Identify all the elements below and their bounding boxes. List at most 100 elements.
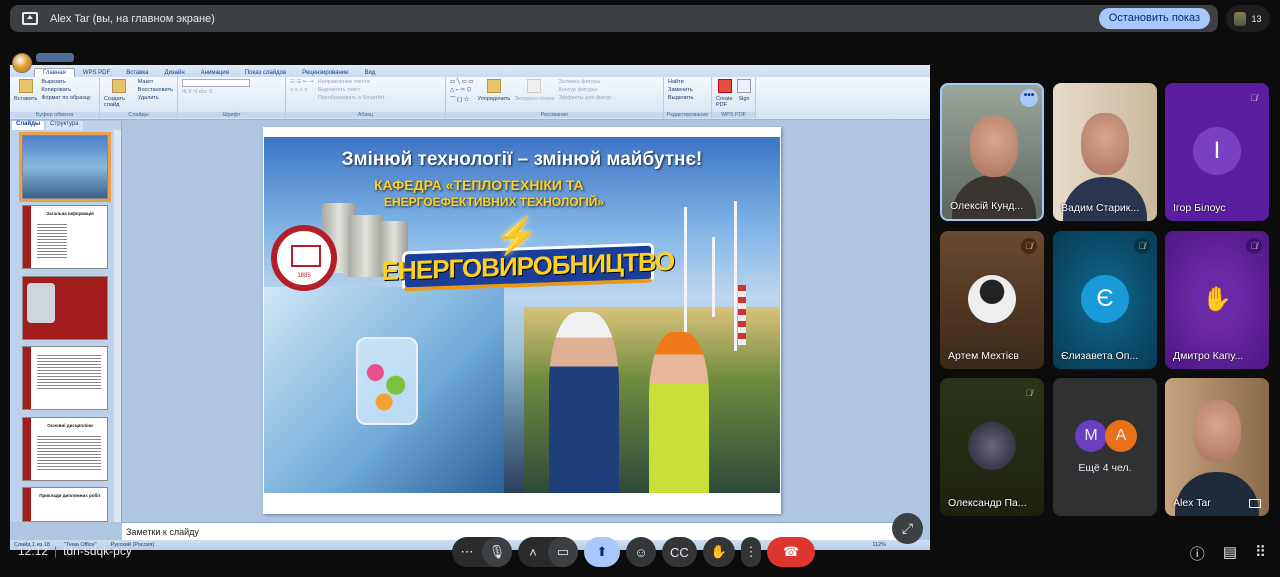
participant-tile[interactable]: Вадим Старик... — [1053, 83, 1157, 221]
participant-count: 13 — [1251, 13, 1262, 24]
participant-tile[interactable]: 🎙̸ І Ігор Білоус — [1165, 83, 1269, 221]
editing-group: Найти Заменить Выделить Редактирование — [664, 77, 712, 119]
quick-access-toolbar[interactable] — [36, 53, 74, 62]
avatar — [968, 275, 1016, 323]
slide-thumbnail-4[interactable]: 4 — [22, 346, 108, 410]
more-options-icon[interactable]: ••• — [1020, 89, 1038, 107]
tab-design[interactable]: Дизайн — [157, 69, 193, 77]
shared-screen: Главная WPS PDF Вставка Дизайн Анимация … — [10, 50, 930, 550]
clipboard-label: Буфер обмена — [10, 112, 99, 118]
text-direction-button[interactable]: Направление текста — [318, 79, 385, 85]
university-seal-logo: 1885 — [271, 225, 337, 291]
shape-effects-button[interactable]: Эффекты для фигур — [558, 95, 611, 101]
participant-tile-self[interactable]: Alex Tar — [1165, 378, 1269, 516]
shape-outline-button[interactable]: Контур фигуры — [558, 87, 611, 93]
expand-icon[interactable]: ⤢ — [892, 513, 923, 544]
end-call-button[interactable]: ☎ — [766, 537, 815, 567]
new-slide-button[interactable]: Создать слайд — [104, 96, 134, 108]
drawing-group: ▭ ╲ ▭ ▭ △ ⌐ ⇨ ⬡ ⌒ { } ☆ Упорядочить Экспре… — [446, 77, 664, 119]
participant-tile[interactable]: ••• Олексій Кунд... — [940, 83, 1044, 221]
quick-styles-icon — [527, 79, 542, 93]
arrange-button[interactable]: Упорядочить — [478, 96, 511, 102]
tab-animation[interactable]: Анимация — [193, 69, 237, 77]
slides-panel-scrollbar[interactable] — [114, 130, 121, 522]
activities-icon[interactable]: ⠿ — [1255, 543, 1266, 564]
slide-thumbnail-6[interactable]: 6Приклади дипломних робіт — [22, 487, 108, 522]
jar-illustration — [356, 337, 418, 425]
align-text-button[interactable]: Выровнять текст — [318, 87, 385, 93]
participant-tile[interactable]: 🎙̸ Артем Мехтієв — [940, 231, 1044, 369]
tab-review[interactable]: Рецензирование — [294, 69, 356, 77]
tab-view[interactable]: Вид — [357, 69, 384, 77]
layout-button[interactable]: Макет — [138, 79, 173, 85]
participants-button[interactable]: 13 — [1226, 5, 1270, 32]
sign-button[interactable]: Sign — [738, 96, 749, 102]
ribbon: Вставить Вырезать Копировать Формат по о… — [10, 77, 930, 120]
captions-button[interactable]: CC — [662, 537, 697, 567]
shape-fill-button[interactable]: Заливка фигуры — [558, 79, 611, 85]
zoom-level[interactable]: 112% — [872, 542, 886, 548]
presenting-title: Alex Tar (вы, на главном экране) — [50, 12, 215, 25]
chat-icon[interactable]: ▤ — [1223, 543, 1237, 564]
font-name-select[interactable] — [182, 79, 250, 87]
engineer-woman-illustration — [649, 332, 709, 493]
slide-headline: Змінюй технології – змінюй майбутнє! — [341, 149, 703, 170]
slides-group: Создать слайд Макет Восстановить Удалить… — [100, 77, 178, 119]
participant-avatar-icon — [1234, 11, 1247, 26]
arrange-icon — [486, 79, 501, 93]
pdf-icon — [717, 79, 732, 93]
participant-tile[interactable]: 🎙̸ Олександр Па... — [940, 378, 1044, 516]
avatar: A — [1105, 420, 1137, 452]
paste-button[interactable]: Вставить — [14, 96, 37, 102]
replace-button[interactable]: Заменить — [668, 87, 693, 93]
avatar: І — [1193, 127, 1241, 175]
tab-home[interactable]: Главная — [34, 68, 75, 77]
more-participants-tile[interactable]: M A Ещё 4 чел. — [1053, 378, 1157, 516]
find-button[interactable]: Найти — [668, 79, 693, 85]
slide-thumbnail-1[interactable]: 1 — [19, 132, 111, 202]
raise-hand-button[interactable]: ✋ — [702, 537, 735, 567]
quick-styles-button[interactable]: Экспресс-стили — [514, 96, 554, 102]
ribbon-tabs: Главная WPS PDF Вставка Дизайн Анимация … — [10, 65, 930, 77]
slide-poster-image: Змінюй технології – змінюй майбутнє! КАФ… — [264, 137, 780, 493]
wps-pdf-label: WPS PDF — [712, 112, 755, 118]
wps-pdf-group: Create PDF Sign WPS PDF — [712, 77, 756, 119]
avatar: M — [1075, 420, 1107, 452]
delete-slide-button[interactable]: Удалить — [138, 95, 173, 101]
microphone-icon[interactable]: 🎙 — [482, 537, 512, 567]
meeting-details-icon[interactable]: ⓘ — [1190, 543, 1205, 564]
stop-presenting-button[interactable]: Остановить показ — [1098, 8, 1210, 29]
camera-icon[interactable]: ▭ — [548, 537, 578, 567]
more-participants-label: Ещё 4 чел. — [1078, 462, 1132, 474]
slides-tab[interactable]: Слайды — [12, 121, 45, 130]
format-painter-button[interactable]: Формат по образцу — [41, 95, 90, 101]
more-options-button[interactable]: ⋮ — [740, 537, 761, 567]
mic-off-icon: 🎙̸ — [1246, 238, 1262, 254]
slide-thumbnail-2[interactable]: 2Загальна інформація — [22, 205, 108, 269]
participant-tile[interactable]: 🎙̸ ✋ Дмитро Капу... — [1165, 231, 1269, 369]
copy-button[interactable]: Копировать — [41, 87, 90, 93]
avatar: Є — [1081, 275, 1129, 323]
avatar — [968, 422, 1016, 470]
office-button-icon[interactable] — [12, 53, 32, 73]
audio-options-icon[interactable]: ⋯ — [452, 537, 482, 567]
clipboard-group: Вставить Вырезать Копировать Формат по о… — [10, 77, 100, 119]
slide-thumbnail-5[interactable]: 5Основні дисципліни — [22, 417, 108, 481]
current-slide[interactable]: Змінюй технології – змінюй майбутнє! КАФ… — [263, 127, 781, 514]
select-button[interactable]: Выделить — [668, 95, 693, 101]
picture-in-picture-icon[interactable] — [1249, 499, 1261, 508]
present-screen-button[interactable]: ⬆ — [584, 537, 620, 567]
video-options-icon[interactable]: ˄ — [518, 537, 548, 567]
outline-tab[interactable]: Структура — [46, 121, 83, 130]
tab-insert[interactable]: Вставка — [118, 69, 156, 77]
slide-thumbnail-3[interactable]: 3 — [22, 276, 108, 340]
emoji-reaction-button[interactable]: ☺ — [626, 537, 656, 567]
reset-button[interactable]: Восстановить — [138, 87, 173, 93]
create-pdf-button[interactable]: Create PDF — [716, 96, 733, 108]
tab-wps-pdf[interactable]: WPS PDF — [75, 69, 118, 77]
tab-slideshow[interactable]: Показ слайдов — [237, 69, 294, 77]
cut-button[interactable]: Вырезать — [41, 79, 90, 85]
meeting-info: 12:12 | tdn-sdqk-pcy — [18, 544, 132, 558]
participant-tile[interactable]: 🎙̸ Є Єлизавета Оп... — [1053, 231, 1157, 369]
smartart-button[interactable]: Преобразовать в SmartArt — [318, 95, 385, 101]
